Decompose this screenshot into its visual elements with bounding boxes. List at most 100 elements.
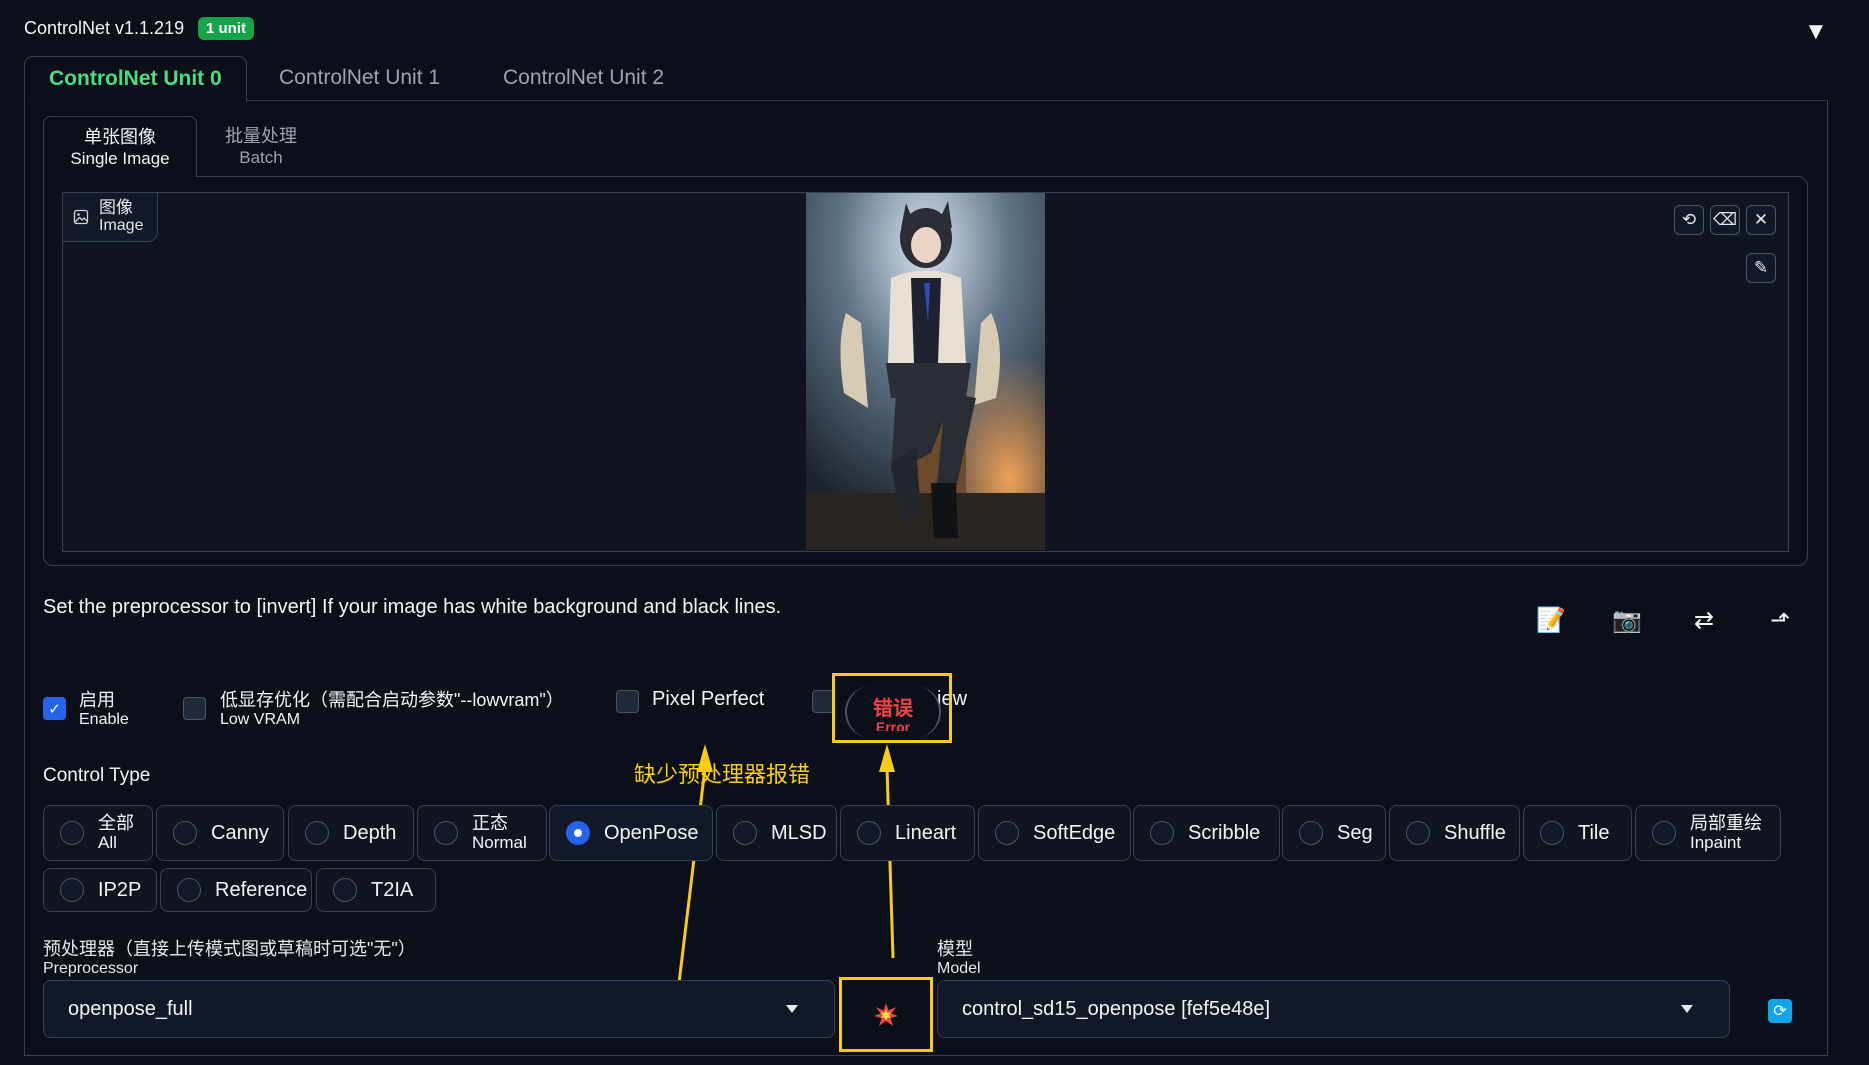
radio-dot: [857, 821, 881, 845]
pixel-perfect-label: Pixel Perfect: [652, 688, 765, 710]
model-select[interactable]: control_sd15_openpose [fef5e48e]: [937, 980, 1730, 1038]
control-type-tile[interactable]: Tile: [1523, 805, 1632, 861]
tab-batch-zh: 批量处理: [225, 126, 297, 146]
eraser-icon[interactable]: ⌫: [1710, 205, 1740, 235]
control-type-depth[interactable]: Depth: [288, 805, 414, 861]
tab-controlnet-unit-0[interactable]: ControlNet Unit 0: [24, 56, 247, 102]
image-icon: [73, 209, 89, 225]
radio-dot-selected: [566, 821, 590, 845]
swap-dimensions-icon[interactable]: ⇄: [1686, 602, 1722, 638]
preprocessor-label-en: Preprocessor: [43, 960, 139, 977]
image-label-zh: 图像: [99, 198, 133, 217]
control-type-normal[interactable]: 正态 Normal: [417, 805, 547, 861]
enable-label-zh: 启用: [79, 690, 115, 710]
preprocessor-label: 预处理器（直接上传模式图或草稿时可选"无"） Preprocessor: [43, 940, 416, 978]
tab-controlnet-unit-1[interactable]: ControlNet Unit 1: [255, 56, 464, 100]
control-type-normal-zh: 正态: [472, 813, 508, 833]
low-vram-checkbox[interactable]: [183, 697, 206, 720]
control-type-normal-en: Normal: [472, 833, 527, 852]
tab-batch[interactable]: 批量处理 Batch: [185, 116, 337, 176]
control-type-seg[interactable]: Seg: [1282, 805, 1386, 861]
chevron-down-icon: [1681, 1005, 1693, 1013]
radio-dot: [733, 821, 757, 845]
annotation-arrow-left-shaft: [674, 767, 707, 1009]
control-type-inpaint-en: Inpaint: [1690, 833, 1742, 852]
tab-divider: [24, 100, 1826, 101]
radio-dot: [1406, 821, 1430, 845]
tab-single-image[interactable]: 单张图像 Single Image: [43, 116, 197, 178]
radio-dot: [305, 821, 329, 845]
control-type-mlsd[interactable]: MLSD: [716, 805, 837, 861]
control-type-label: Control Type: [43, 765, 151, 786]
control-type-canny[interactable]: Canny: [156, 805, 284, 861]
radio-dot: [333, 878, 357, 902]
camera-icon[interactable]: 📷: [1609, 602, 1645, 638]
tab-single-image-zh: 单张图像: [84, 127, 156, 147]
control-type-openpose[interactable]: OpenPose: [549, 805, 713, 861]
control-type-depth-label: Depth: [343, 821, 397, 844]
edit-notes-icon[interactable]: 📝: [1533, 602, 1569, 638]
tab-controlnet-unit-2[interactable]: ControlNet Unit 2: [479, 56, 688, 100]
collapse-toggle-icon[interactable]: ▼: [1804, 18, 1828, 46]
unit-count-badge: 1 unit: [198, 17, 254, 40]
annotation-arrows: [674, 744, 895, 1009]
control-type-reference-label: Reference: [215, 878, 308, 901]
invert-hint: Set the preprocessor to [invert] If your…: [43, 596, 782, 618]
low-vram-label-zh: 低显存优化（需配合启动参数"--lowvram"）: [220, 690, 564, 710]
tab-batch-en: Batch: [239, 148, 283, 167]
control-type-shuffle-label: Shuffle: [1444, 821, 1506, 844]
radio-dot: [1150, 821, 1174, 845]
control-type-t2ia[interactable]: T2IA: [316, 868, 436, 912]
refresh-icon[interactable]: ⟳: [1768, 999, 1792, 1023]
send-dimensions-icon[interactable]: ⬏: [1762, 602, 1798, 638]
control-type-all[interactable]: 全部 All: [43, 805, 153, 861]
radio-dot: [177, 878, 201, 902]
control-type-ip2p-label: IP2P: [98, 878, 142, 901]
radio-dot: [434, 821, 458, 845]
explosion-icon: [874, 1002, 898, 1026]
control-type-scribble-label: Scribble: [1188, 821, 1261, 844]
control-type-reference[interactable]: Reference: [160, 868, 312, 912]
enable-label: 启用 Enable: [79, 691, 129, 729]
control-type-seg-label: Seg: [1337, 821, 1373, 844]
annotation-arrow-right-head: [879, 744, 895, 772]
enable-label-en: Enable: [79, 711, 129, 728]
radio-dot: [60, 821, 84, 845]
control-type-ip2p[interactable]: IP2P: [43, 868, 157, 912]
control-type-softedge[interactable]: SoftEdge: [978, 805, 1131, 861]
tab-single-image-en: Single Image: [70, 149, 170, 168]
model-label-zh: 模型: [937, 939, 973, 959]
enable-checkbox[interactable]: ✓: [43, 697, 66, 720]
model-label: 模型 Model: [937, 940, 981, 978]
preprocessor-select[interactable]: openpose_full: [43, 980, 835, 1038]
panel-title: ControlNet v1.1.219: [24, 18, 185, 38]
control-type-all-en: All: [98, 833, 117, 852]
low-vram-label-en: Low VRAM: [220, 711, 301, 728]
control-type-canny-label: Canny: [211, 821, 269, 844]
annotation-arrow-left-head: [697, 744, 713, 772]
uploaded-image: [806, 193, 1045, 550]
radio-dot: [1652, 821, 1676, 845]
preprocessor-value: openpose_full: [68, 997, 193, 1020]
undo-icon[interactable]: ⟲: [1674, 205, 1704, 235]
pixel-perfect-checkbox[interactable]: [616, 690, 639, 713]
control-type-softedge-label: SoftEdge: [1033, 821, 1116, 844]
control-type-tile-label: Tile: [1578, 821, 1610, 844]
image-label-en: Image: [99, 217, 144, 234]
preprocessor-label-zh: 预处理器（直接上传模式图或草稿时可选"无"）: [43, 939, 416, 959]
control-type-shuffle[interactable]: Shuffle: [1389, 805, 1520, 861]
radio-dot: [995, 821, 1019, 845]
radio-dot: [1540, 821, 1564, 845]
control-type-all-zh: 全部: [98, 813, 134, 833]
close-icon[interactable]: ✕: [1746, 205, 1776, 235]
control-type-scribble[interactable]: Scribble: [1133, 805, 1280, 861]
control-type-inpaint[interactable]: 局部重绘 Inpaint: [1635, 805, 1781, 861]
low-vram-label: 低显存优化（需配合启动参数"--lowvram"） Low VRAM: [220, 691, 564, 729]
control-type-lineart[interactable]: Lineart: [840, 805, 975, 861]
chevron-down-icon: [786, 1005, 798, 1013]
control-type-mlsd-label: MLSD: [771, 821, 827, 844]
annotation-arrow-right-shaft: [885, 767, 895, 959]
brush-icon[interactable]: ✎: [1746, 253, 1776, 283]
image-label: 图像 Image: [62, 192, 159, 242]
run-preprocessor-button[interactable]: [839, 977, 933, 1052]
